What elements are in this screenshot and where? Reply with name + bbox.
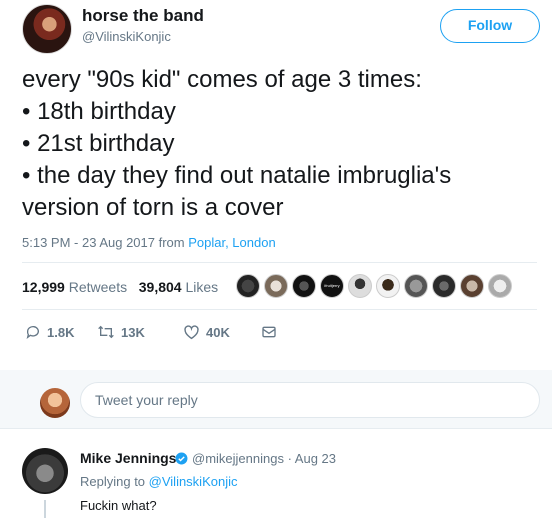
liker-avatar[interactable] bbox=[292, 274, 316, 298]
reply-author-name[interactable]: Mike Jennings bbox=[80, 450, 176, 466]
liker-avatar[interactable] bbox=[488, 274, 512, 298]
reply-count: 1.8K bbox=[47, 324, 75, 340]
likes-count[interactable]: 39,804 bbox=[139, 279, 182, 295]
tweet-text-line: • 21st birthday bbox=[22, 130, 175, 157]
tweet-text-line: version of torn is a cover bbox=[22, 194, 284, 221]
retweet-action[interactable]: 13K bbox=[97, 324, 145, 340]
reply-author-avatar[interactable] bbox=[22, 448, 68, 494]
reply-handle-time[interactable]: @mikejjennings · Aug 23 bbox=[192, 451, 336, 466]
reply-text: Fuckin what? bbox=[80, 498, 157, 513]
liker-avatar-badge[interactable]: ifruitjerry bbox=[320, 274, 344, 298]
liker-avatar[interactable] bbox=[460, 274, 484, 298]
follow-button[interactable]: Follow bbox=[440, 9, 540, 43]
retweets-label[interactable]: Retweets bbox=[69, 279, 127, 295]
reply-action[interactable]: 1.8K bbox=[25, 324, 74, 340]
tweet-timestamp: 5:13 PM - 23 Aug 2017 from Poplar, Londo… bbox=[22, 235, 276, 250]
tweet-text-line: every "90s kid" comes of age 3 times: bbox=[22, 66, 422, 93]
author-handle[interactable]: @VilinskiKonjic bbox=[82, 29, 171, 44]
reply-composer: Tweet your reply bbox=[0, 370, 552, 428]
timestamp-text: 5:13 PM - 23 Aug 2017 from bbox=[22, 235, 189, 250]
reply-tweet: Mike Jennings @mikejjennings · Aug 23 Re… bbox=[0, 436, 552, 518]
liker-avatar[interactable] bbox=[404, 274, 428, 298]
tweet-stats: 12,999 Retweets 39,804 Likes bbox=[22, 279, 218, 295]
liker-avatar[interactable] bbox=[376, 274, 400, 298]
liker-avatar[interactable] bbox=[348, 274, 372, 298]
tweet-text-line: • 18th birthday bbox=[22, 98, 176, 125]
dm-action[interactable] bbox=[261, 324, 283, 340]
like-action[interactable]: 40K bbox=[183, 324, 230, 340]
verified-icon bbox=[175, 452, 188, 465]
replying-prefix: Replying to bbox=[80, 474, 149, 489]
retweet-icon bbox=[98, 325, 114, 339]
reply-icon bbox=[26, 326, 39, 339]
tweet-card: horse the band @VilinskiKonjic Follow ev… bbox=[0, 0, 552, 355]
like-count: 40K bbox=[206, 324, 230, 340]
divider bbox=[0, 428, 552, 429]
tweet-text: every "90s kid" comes of age 3 times: • … bbox=[22, 64, 542, 224]
author-name[interactable]: horse the band bbox=[82, 6, 204, 26]
thread-line bbox=[44, 500, 46, 518]
liker-avatar[interactable] bbox=[264, 274, 288, 298]
divider bbox=[22, 309, 537, 310]
location-link[interactable]: Poplar, London bbox=[188, 235, 275, 250]
retweet-count: 13K bbox=[121, 324, 145, 340]
author-avatar[interactable] bbox=[22, 4, 72, 54]
heart-icon bbox=[184, 325, 199, 340]
liker-avatar[interactable] bbox=[236, 274, 260, 298]
divider bbox=[22, 262, 537, 263]
tweet-text-line: • the day they find out natalie imbrugli… bbox=[22, 162, 452, 189]
reply-input[interactable]: Tweet your reply bbox=[80, 382, 540, 418]
envelope-icon bbox=[262, 326, 276, 338]
replying-to: Replying to @VilinskiKonjic bbox=[80, 474, 237, 489]
liker-avatar[interactable] bbox=[432, 274, 456, 298]
likes-label[interactable]: Likes bbox=[185, 279, 218, 295]
current-user-avatar bbox=[40, 388, 70, 418]
replying-to-link[interactable]: @VilinskiKonjic bbox=[149, 474, 238, 489]
retweets-count[interactable]: 12,999 bbox=[22, 279, 65, 295]
